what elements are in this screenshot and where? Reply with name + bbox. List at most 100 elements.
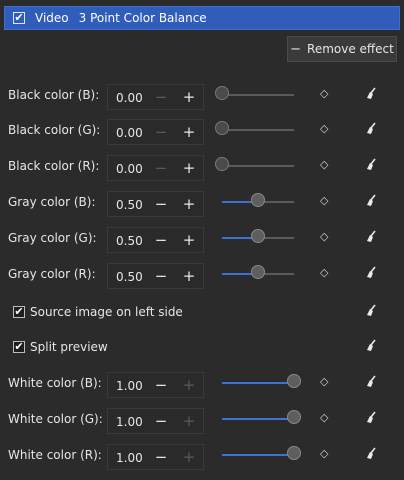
- keyframe-diamond-icon[interactable]: ◇: [320, 230, 328, 243]
- decrement-button[interactable]: −: [146, 85, 176, 109]
- increment-button[interactable]: +: [174, 264, 204, 288]
- reset-broom-icon[interactable]: [364, 303, 378, 321]
- split-preview-checkbox[interactable]: ✔: [13, 341, 25, 353]
- remove-effect-label: Remove effect: [307, 42, 394, 56]
- param-value[interactable]: 1.00: [116, 451, 143, 465]
- slider-handle[interactable]: [251, 265, 265, 279]
- keyframe-diamond-icon[interactable]: ◇: [320, 194, 328, 207]
- increment-button[interactable]: +: [174, 445, 204, 469]
- slider-handle[interactable]: [287, 410, 301, 424]
- param-label: White color (R):: [8, 448, 102, 462]
- param-row: Black color (G): 0.00 − + ◇: [0, 114, 404, 148]
- keyframe-diamond-icon[interactable]: ◇: [320, 375, 328, 388]
- reset-broom-icon[interactable]: [364, 229, 378, 247]
- increment-button[interactable]: +: [174, 373, 204, 397]
- reset-broom-icon[interactable]: [364, 374, 378, 392]
- decrement-button[interactable]: −: [146, 409, 176, 433]
- param-slider[interactable]: [222, 229, 294, 243]
- decrement-button[interactable]: −: [146, 264, 176, 288]
- slider-handle[interactable]: [215, 121, 229, 135]
- source-left-label[interactable]: Source image on left side: [30, 305, 183, 319]
- slider-track: [222, 129, 294, 131]
- param-value[interactable]: 0.50: [116, 234, 143, 248]
- reset-broom-icon[interactable]: [364, 86, 378, 104]
- increment-button[interactable]: +: [174, 192, 204, 216]
- param-label: Gray color (B):: [8, 195, 96, 209]
- keyframe-diamond-icon[interactable]: ◇: [320, 266, 328, 279]
- param-spinbox[interactable]: 0.50 − +: [107, 191, 204, 217]
- param-slider[interactable]: [215, 157, 294, 171]
- param-slider[interactable]: [215, 86, 294, 100]
- param-row: White color (B): 1.00 − + ◇: [0, 367, 404, 401]
- param-value[interactable]: 0.50: [116, 270, 143, 284]
- increment-button[interactable]: +: [174, 409, 204, 433]
- effect-enable-checkbox[interactable]: ✔: [13, 12, 25, 24]
- reset-broom-icon[interactable]: [364, 265, 378, 283]
- param-label: Gray color (G):: [8, 231, 97, 245]
- param-label: Black color (B):: [8, 88, 100, 102]
- param-row: Black color (B): 0.00 − + ◇: [0, 79, 404, 113]
- increment-button[interactable]: +: [174, 228, 204, 252]
- param-slider[interactable]: [222, 410, 301, 424]
- slider-handle[interactable]: [215, 86, 229, 100]
- param-slider[interactable]: [222, 193, 294, 207]
- option-row-source-left[interactable]: ✔ Source image on left side: [0, 296, 404, 330]
- reset-broom-icon[interactable]: [364, 193, 378, 211]
- keyframe-diamond-icon[interactable]: ◇: [320, 87, 328, 100]
- param-value[interactable]: 0.00: [116, 91, 143, 105]
- slider-fill: [222, 382, 294, 384]
- remove-effect-button[interactable]: − Remove effect: [287, 36, 397, 62]
- decrement-button[interactable]: −: [146, 373, 176, 397]
- param-spinbox[interactable]: 1.00 − +: [107, 444, 204, 470]
- param-row: Black color (R): 0.00 − + ◇: [0, 150, 404, 184]
- param-spinbox[interactable]: 1.00 − +: [107, 372, 204, 398]
- param-spinbox[interactable]: 0.50 − +: [107, 227, 204, 253]
- slider-handle[interactable]: [287, 374, 301, 388]
- param-slider[interactable]: [215, 121, 294, 135]
- effect-title: 3 Point Color Balance: [78, 11, 207, 25]
- increment-button[interactable]: +: [174, 156, 204, 180]
- increment-button[interactable]: +: [174, 120, 204, 144]
- param-value[interactable]: 1.00: [116, 415, 143, 429]
- checkmark-icon: ✔: [14, 11, 24, 24]
- param-slider[interactable]: [222, 446, 301, 460]
- effect-header[interactable]: ✔ Video 3 Point Color Balance: [4, 6, 400, 30]
- decrement-button[interactable]: −: [146, 445, 176, 469]
- decrement-button[interactable]: −: [146, 156, 176, 180]
- keyframe-diamond-icon[interactable]: ◇: [320, 122, 328, 135]
- slider-handle[interactable]: [215, 157, 229, 171]
- decrement-button[interactable]: −: [146, 120, 176, 144]
- reset-broom-icon[interactable]: [364, 410, 378, 428]
- keyframe-diamond-icon[interactable]: ◇: [320, 158, 328, 171]
- option-row-split-preview[interactable]: ✔ Split preview: [0, 331, 404, 365]
- param-spinbox[interactable]: 0.00 − +: [107, 84, 204, 110]
- param-value[interactable]: 0.00: [116, 162, 143, 176]
- param-slider[interactable]: [222, 265, 294, 279]
- slider-handle[interactable]: [287, 446, 301, 460]
- source-left-checkbox[interactable]: ✔: [13, 306, 25, 318]
- slider-handle[interactable]: [251, 229, 265, 243]
- reset-broom-icon[interactable]: [364, 121, 378, 139]
- slider-track: [222, 165, 294, 167]
- reset-broom-icon[interactable]: [364, 446, 378, 464]
- param-row: Gray color (B): 0.50 − + ◇: [0, 186, 404, 220]
- decrement-button[interactable]: −: [146, 192, 176, 216]
- param-spinbox[interactable]: 1.00 − +: [107, 408, 204, 434]
- increment-button[interactable]: +: [174, 85, 204, 109]
- split-preview-label[interactable]: Split preview: [30, 340, 108, 354]
- param-spinbox[interactable]: 0.00 − +: [107, 119, 204, 145]
- decrement-button[interactable]: −: [146, 228, 176, 252]
- param-spinbox[interactable]: 0.50 − +: [107, 263, 204, 289]
- reset-broom-icon[interactable]: [364, 338, 378, 356]
- param-value[interactable]: 1.00: [116, 379, 143, 393]
- keyframe-diamond-icon[interactable]: ◇: [320, 411, 328, 424]
- keyframe-diamond-icon[interactable]: ◇: [320, 447, 328, 460]
- slider-handle[interactable]: [251, 193, 265, 207]
- param-row: Gray color (R): 0.50 − + ◇: [0, 258, 404, 292]
- minus-icon: −: [290, 41, 302, 57]
- param-slider[interactable]: [222, 374, 301, 388]
- param-spinbox[interactable]: 0.00 − +: [107, 155, 204, 181]
- reset-broom-icon[interactable]: [364, 157, 378, 175]
- param-value[interactable]: 0.00: [116, 126, 143, 140]
- param-value[interactable]: 0.50: [116, 198, 143, 212]
